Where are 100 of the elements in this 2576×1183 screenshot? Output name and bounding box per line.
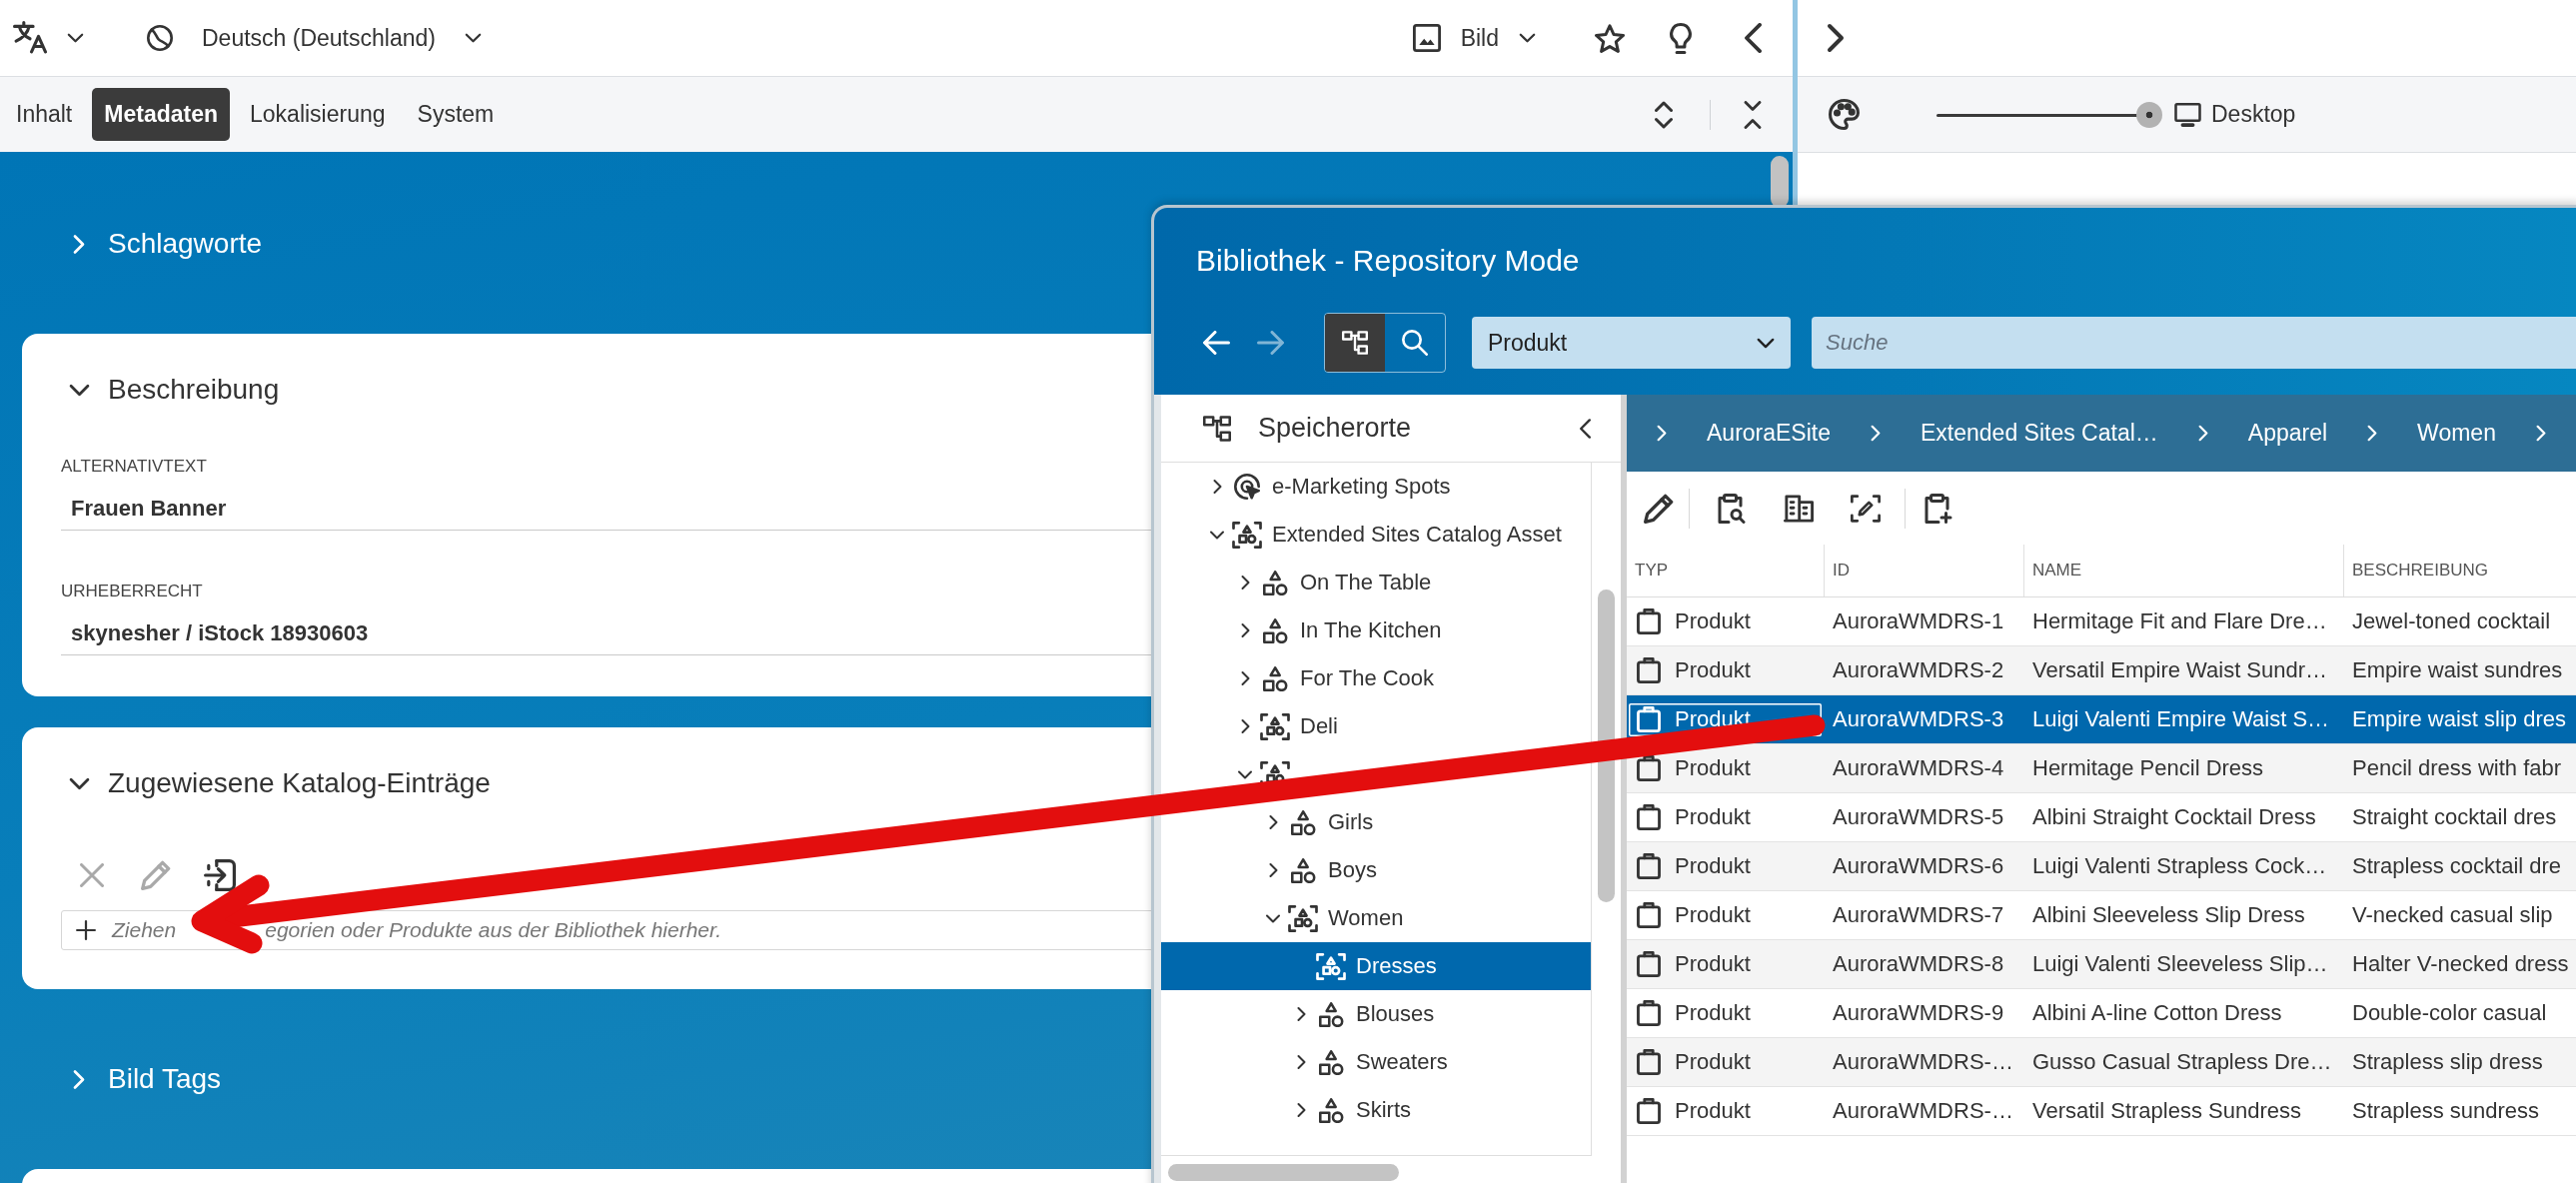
table-cell-text: Strapless cocktail dre [2351,853,2563,879]
section-header[interactable]: Bild Tags [68,1063,222,1095]
search-field[interactable]: Suche [1812,317,2576,369]
tree-item[interactable]: Dresses [1161,942,1591,990]
shapes-icon [1318,1001,1344,1027]
bag-icon [1637,902,1661,928]
asset-type-dropdown[interactable]: Bild [1406,14,1542,62]
arrow-right-icon [1256,331,1284,355]
chevron-right-icon [2367,425,2378,442]
tree-item[interactable]: Deli [1161,702,1591,750]
pencil-icon [141,860,171,890]
table-cell-text: Empire waist slip dres [2351,706,2567,732]
import-icon [204,859,236,891]
table-cell-text: Albini A-line Cotton Dress [2031,1000,2283,1026]
table-row[interactable]: Produkt AuroraWMDRS-8 Luigi Valenti Sleeveless Slip… Halter V-necked dress [1627,940,2576,989]
scrollbar-thumb[interactable] [1771,156,1789,208]
section-header[interactable]: Beschreibung [68,374,280,406]
pencil-icon [1644,493,1674,524]
table-cell-text: AuroraWMDRS-2 [1832,657,2005,683]
section-header[interactable]: Schlagworte [68,228,263,260]
bag-icon [1637,951,1661,977]
shapes-icon [1262,570,1288,595]
breadcrumb-link[interactable]: Women [2417,420,2496,447]
breadcrumb-link[interactable]: Apparel [2247,420,2328,447]
table-cell-text: AuroraWMDRS-3 [1832,706,2005,732]
scrollbar-thumb[interactable] [1168,1164,1399,1181]
tab[interactable]: Metadaten [92,88,230,141]
table-cell-text: AuroraWMDRS-… [1832,1049,2014,1075]
locale-dropdown[interactable]: Deutsch (Deutschland) [141,14,488,62]
table-row[interactable]: Produkt AuroraWMDRS-… Versatil Strapless Sundress Strapless sundress [1627,1087,2576,1136]
cursor-target-icon [1234,474,1260,500]
table-cell-text: Hermitage Fit and Flare Dre… [2031,608,2328,634]
cell-text: Produkt [1675,755,1751,781]
table-cell-text: V-necked casual slip [2351,902,2554,928]
frame-pencil-icon [1851,493,1881,524]
bag-icon [1637,706,1661,732]
fold-icon [1744,100,1762,129]
section-header[interactable]: Zugewiesene Katalog-Einträge [68,767,491,799]
tree-item[interactable]: Blouses [1161,990,1591,1038]
tree-item[interactable]: Sweaters [1161,1038,1591,1086]
framed-shapes-icon [1288,904,1318,932]
tree-item[interactable]: Skirts [1161,1086,1591,1134]
table-row[interactable]: Produkt AuroraWMDRS-… Gusso Casual Strapless Dre… Strapless slip dress [1627,1038,2576,1087]
plus-icon [76,920,96,940]
type-dropdown[interactable]: Produkt [1472,317,1791,369]
table-cell-text: AuroraWMDRS-6 [1832,853,2005,879]
table-cell-text: Hermitage Pencil Dress [2031,755,2265,781]
tree-item[interactable]: Boys [1161,846,1591,894]
bag-icon [1637,853,1661,879]
table-cell-text: Luigi Valenti Empire Waist S… [2031,706,2331,732]
bag-icon [1637,804,1661,830]
breadcrumb-link[interactable]: Extended Sites Catal… [1921,420,2158,447]
translate-icon [13,21,47,55]
table-cell-text: Albini Sleeveless Slip Dress [2031,902,2306,928]
table-row[interactable]: Produkt AuroraWMDRS-4 Hermitage Pencil Dress Pencil dress with fabr [1627,744,2576,793]
palette-icon[interactable] [1829,99,1860,130]
tree-item[interactable]: On The Table [1161,559,1591,606]
table-cell-text: Strapless slip dress [2351,1049,2544,1075]
shapes-icon [1318,1097,1344,1123]
table-cell-text: Pencil dress with fabr [2351,755,2563,781]
table-row[interactable]: Produkt AuroraWMDRS-6 Luigi Valenti Strapless Cock… Strapless cocktail dre [1627,842,2576,891]
shapes-icon [1290,857,1316,883]
clipboard-search-icon [1717,493,1747,524]
chevron-down-icon [68,776,90,790]
search-icon [1402,330,1428,356]
chevron-left-icon [1744,23,1762,53]
chevron-down-icon [67,33,84,43]
framed-shapes-icon [1260,712,1290,740]
bag-icon [1637,1098,1661,1124]
chevron-down-icon [464,33,482,43]
chevron-down-icon [68,383,90,397]
drop-hint: Ziehen [112,918,177,942]
tab[interactable]: Lokalisierung [238,88,398,141]
shapes-icon [1262,617,1288,643]
tree-item[interactable]: For The Cook [1161,654,1591,702]
table-cell-text: Jewel-toned cocktail [2351,608,2552,634]
framed-shapes-icon [1316,952,1346,980]
slider-thumb[interactable] [2136,101,2162,128]
tree-item[interactable]: Girls [1161,798,1591,846]
arrow-left-icon [1202,331,1230,355]
table-cell-text: AuroraWMDRS-4 [1832,755,2005,781]
table-cell-text: AuroraWMDRS-8 [1832,951,2005,977]
bag-icon [1637,755,1661,781]
tab[interactable]: System [405,88,507,141]
table-cell-text: Double-color casual [2351,1000,2548,1026]
table-row[interactable]: Produkt AuroraWMDRS-2 Versatil Empire Waist Sundr… Empire waist sundres [1627,646,2576,695]
column-header: BESCHREIBUNG [2351,560,2490,582]
chevron-right-icon [2535,425,2546,442]
field-label: ALTERNATIVTEXT [61,457,207,477]
scrollbar-thumb[interactable] [1598,590,1615,902]
table-cell-text: AuroraWMDRS-7 [1832,902,2005,928]
tree-view-button[interactable] [1325,314,1385,372]
window-title: Bibliothek - Repository Mode [1196,243,1580,278]
table-cell-text: Empire waist sundres [2351,657,2564,683]
table-cell-text: AuroraWMDRS-1 [1832,608,2005,634]
breadcrumb-link[interactable]: AuroraESite [1707,420,1831,447]
circle-slash-icon [147,25,173,51]
column-header: TYP [1627,545,1825,596]
tab[interactable]: Inhalt [4,88,85,141]
table-cell-text: AuroraWMDRS-9 [1832,1000,2005,1026]
